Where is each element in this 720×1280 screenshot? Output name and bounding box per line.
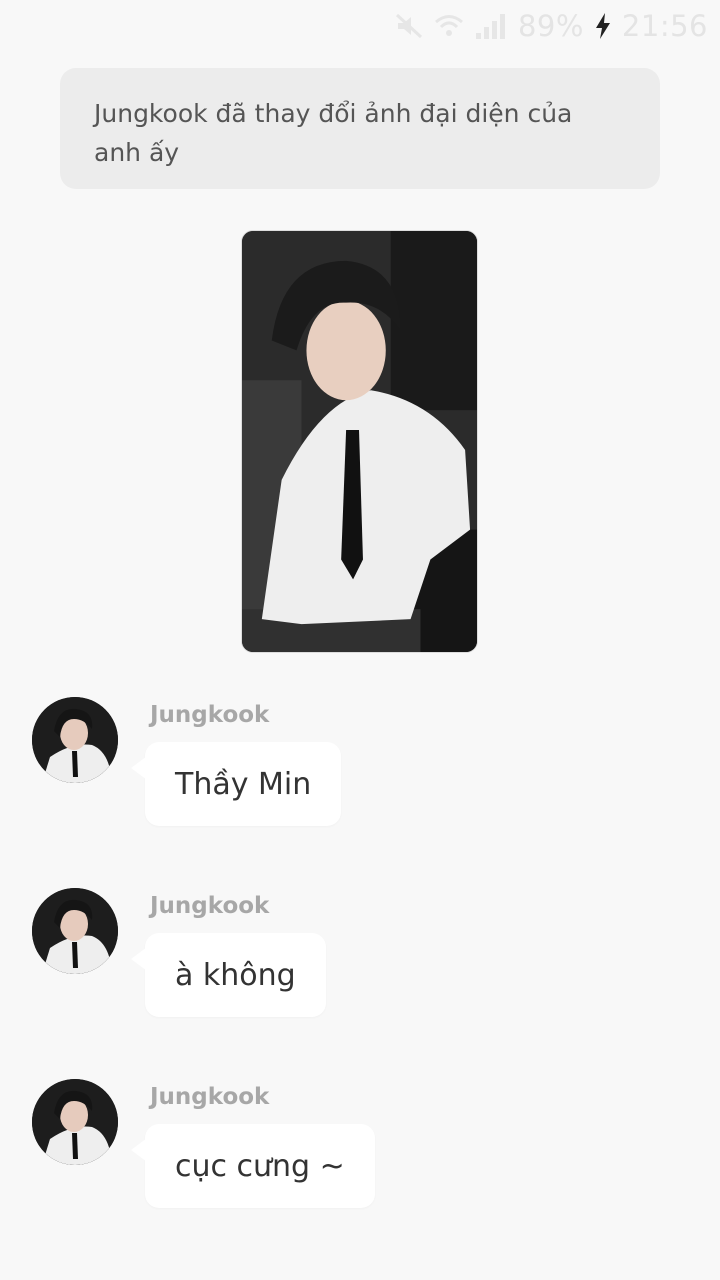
avatar[interactable] — [32, 697, 118, 783]
message-text: Thầy Min — [175, 766, 312, 802]
message-item: Jungkook cục cưng ~ — [0, 1079, 720, 1219]
wifi-icon — [434, 11, 464, 41]
status-bar: 89% 21:56 — [0, 0, 720, 52]
message-text: cục cưng ~ — [175, 1148, 345, 1184]
message-text: à không — [175, 957, 296, 993]
message-bubble[interactable]: Thầy Min — [130, 742, 342, 826]
signal-icon — [474, 11, 508, 41]
sender-name: Jungkook — [150, 893, 270, 919]
system-notice: Jungkook đã thay đổi ảnh đại diện của an… — [60, 68, 660, 189]
mute-icon — [394, 11, 424, 41]
chat-screen: 89% 21:56 Jungkook đã thay đổi ảnh đại d… — [0, 0, 720, 1280]
avatar[interactable] — [32, 1079, 118, 1165]
battery-percent: 89% — [517, 9, 584, 43]
profile-photo[interactable] — [241, 230, 478, 653]
message-item: Jungkook Thầy Min — [0, 697, 720, 837]
clock: 21:56 — [621, 9, 708, 43]
message-bubble[interactable]: à không — [131, 933, 326, 1017]
message-bubble[interactable]: cục cưng ~ — [131, 1124, 375, 1208]
sender-name: Jungkook — [150, 702, 270, 728]
sender-name: Jungkook — [150, 1084, 270, 1110]
message-item: Jungkook à không — [0, 888, 720, 1028]
avatar[interactable] — [32, 888, 118, 974]
notice-text: Jungkook đã thay đổi ảnh đại diện của an… — [94, 99, 573, 167]
charging-icon — [594, 12, 612, 40]
